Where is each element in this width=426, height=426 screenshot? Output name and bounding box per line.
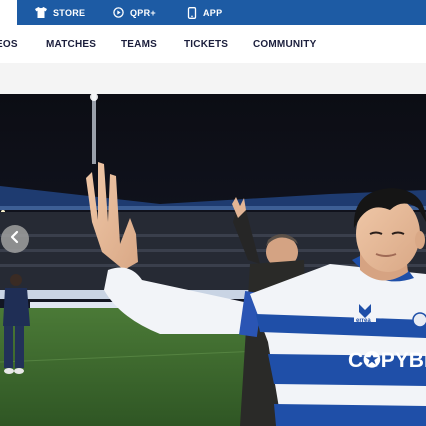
shirt-icon <box>35 7 47 18</box>
hero-image[interactable]: C✪PYBE errea <box>0 94 426 426</box>
kit-brand-text: errea <box>356 318 371 324</box>
nav-item-teams[interactable]: TEAMS <box>121 25 157 63</box>
utility-bar: STORE QPR+ APP <box>0 0 426 25</box>
nav-item-videos[interactable]: EOS <box>0 25 18 63</box>
main-nav: EOS MATCHES TEAMS TICKETS COMMUNITY <box>0 25 426 63</box>
hero-illustration: C✪PYBE errea <box>0 94 426 426</box>
nav-item-matches[interactable]: MATCHES <box>46 25 96 63</box>
phone-icon <box>187 6 197 19</box>
chevron-left-icon <box>8 230 22 249</box>
nav-item-tickets[interactable]: TICKETS <box>184 25 228 63</box>
app-label: APP <box>203 7 223 18</box>
shirt-sponsor-text: C✪PYBE <box>348 349 426 372</box>
qpr-plus-label: QPR+ <box>130 7 156 18</box>
app-link[interactable]: APP <box>187 0 222 25</box>
carousel-prev-button[interactable] <box>1 225 29 253</box>
sub-header-strip <box>0 63 426 94</box>
nav-item-community[interactable]: COMMUNITY <box>253 25 316 63</box>
qpr-plus-link[interactable]: QPR+ <box>113 0 156 25</box>
store-label: STORE <box>53 7 86 18</box>
store-link[interactable]: STORE <box>35 0 85 25</box>
play-circle-icon <box>113 7 124 18</box>
